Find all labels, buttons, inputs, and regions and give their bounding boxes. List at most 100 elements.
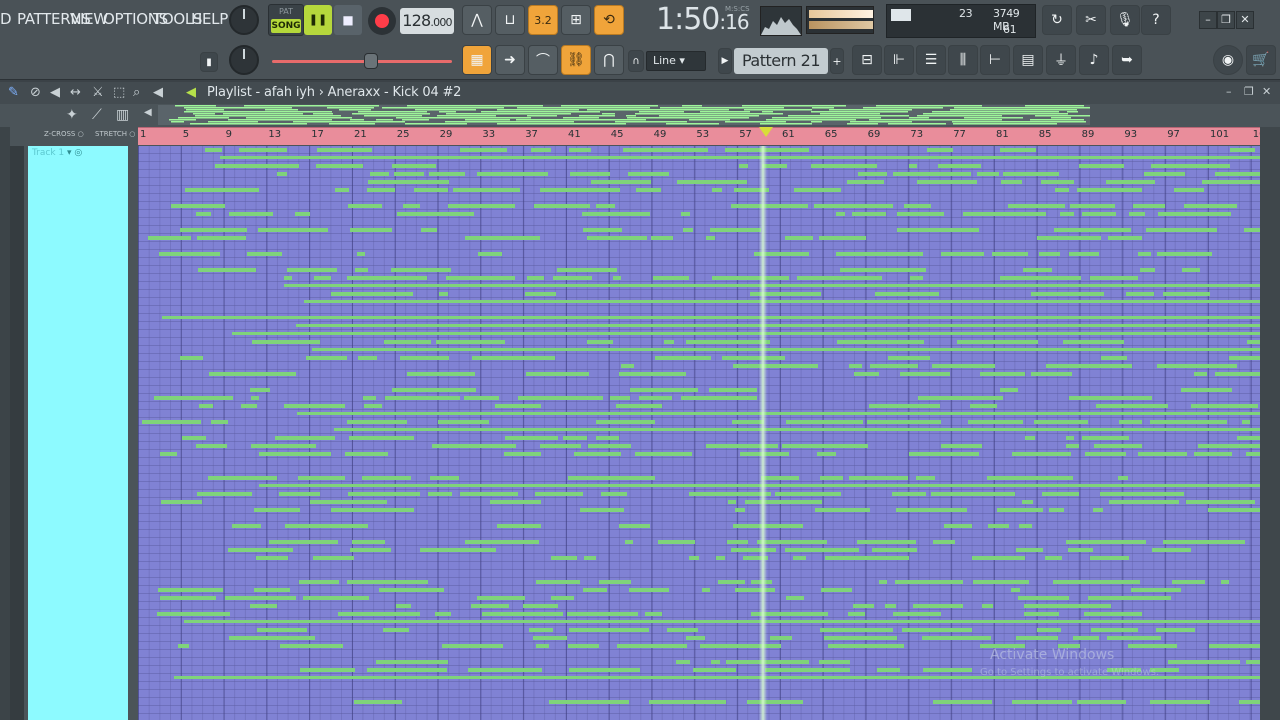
clip[interactable] xyxy=(304,300,1260,303)
timeline-ruler[interactable]: 1 5 9 13 17 21 25 29 33 37 41 45 49 53 57 61 65 69 73 77 81 8… xyxy=(138,127,1266,145)
clip[interactable] xyxy=(706,444,778,448)
clip[interactable] xyxy=(693,668,736,672)
clip[interactable] xyxy=(295,212,310,216)
clip[interactable] xyxy=(619,524,650,528)
clip[interactable] xyxy=(1247,340,1260,344)
clip[interactable] xyxy=(636,188,661,192)
clip[interactable] xyxy=(215,164,299,168)
clip[interactable] xyxy=(941,444,982,448)
clip[interactable] xyxy=(1084,612,1142,616)
clip[interactable] xyxy=(569,668,640,672)
clip[interactable] xyxy=(1152,548,1191,552)
snap-tool-icon[interactable]: ✎ xyxy=(8,85,19,100)
clip[interactable] xyxy=(811,164,877,168)
stop-button[interactable]: ■ xyxy=(334,5,362,35)
clip[interactable] xyxy=(867,420,941,424)
countdown-icon[interactable]: 3.2 xyxy=(528,5,558,35)
clip[interactable] xyxy=(1128,644,1177,648)
restore-icon[interactable]: ❐ xyxy=(1244,85,1254,98)
microphone-icon[interactable]: 🎙 xyxy=(1110,5,1140,35)
clip[interactable] xyxy=(435,612,451,616)
clip[interactable] xyxy=(148,236,191,240)
clip[interactable] xyxy=(664,340,674,344)
clip[interactable] xyxy=(872,548,917,552)
clip[interactable] xyxy=(567,612,638,616)
clip[interactable] xyxy=(820,476,843,480)
clip[interactable] xyxy=(160,596,216,600)
clip[interactable] xyxy=(702,588,710,592)
clip[interactable] xyxy=(471,604,509,608)
pitch-slider-thumb[interactable] xyxy=(364,53,378,69)
clip[interactable] xyxy=(350,228,392,232)
clip[interactable] xyxy=(893,612,941,616)
clip[interactable] xyxy=(279,492,320,496)
clip[interactable] xyxy=(725,148,809,152)
clip[interactable] xyxy=(1000,276,1081,280)
clip[interactable] xyxy=(582,212,650,216)
clip[interactable] xyxy=(1174,188,1204,192)
clip[interactable] xyxy=(298,476,345,480)
clip[interactable] xyxy=(893,172,971,176)
clip[interactable] xyxy=(394,172,424,176)
clip[interactable] xyxy=(477,596,525,600)
clip[interactable] xyxy=(745,500,822,504)
clip[interactable] xyxy=(300,668,355,672)
mute-tool-icon[interactable]: ⊘ xyxy=(30,85,41,100)
clip[interactable] xyxy=(836,212,845,216)
link-icon[interactable]: ⛓ xyxy=(561,45,591,75)
clip[interactable] xyxy=(583,228,622,232)
slip-tool-icon[interactable]: ↔ xyxy=(70,85,81,100)
clip[interactable] xyxy=(613,276,621,280)
clip[interactable] xyxy=(432,444,516,448)
clip[interactable] xyxy=(1042,492,1079,496)
clip[interactable] xyxy=(1034,420,1088,424)
clip[interactable] xyxy=(549,700,629,704)
clip[interactable] xyxy=(376,660,448,664)
clip[interactable] xyxy=(197,492,252,496)
clip[interactable] xyxy=(824,636,897,640)
clip[interactable] xyxy=(797,276,882,280)
clip[interactable] xyxy=(733,524,803,528)
clip[interactable] xyxy=(629,588,669,592)
clip[interactable] xyxy=(367,188,395,192)
clip[interactable] xyxy=(1031,372,1072,376)
clip[interactable] xyxy=(1094,444,1142,448)
clip[interactable] xyxy=(1077,700,1126,704)
master-volume-knob[interactable] xyxy=(229,5,259,35)
clip[interactable] xyxy=(630,388,698,392)
clip[interactable] xyxy=(814,204,893,208)
clip[interactable] xyxy=(1107,636,1161,640)
clip[interactable] xyxy=(819,660,850,664)
clip[interactable] xyxy=(1133,204,1165,208)
clip[interactable] xyxy=(338,612,420,616)
clip[interactable] xyxy=(1091,628,1138,632)
clip[interactable] xyxy=(347,580,428,584)
clip[interactable] xyxy=(1215,372,1260,376)
clip[interactable] xyxy=(1163,292,1210,296)
clip[interactable] xyxy=(1011,588,1020,592)
clip[interactable] xyxy=(284,276,292,280)
clip[interactable] xyxy=(570,172,610,176)
clip[interactable] xyxy=(858,172,887,176)
clip[interactable] xyxy=(482,612,563,616)
clip[interactable] xyxy=(446,276,515,280)
clip[interactable] xyxy=(639,396,672,400)
clip[interactable] xyxy=(932,364,995,368)
clip[interactable] xyxy=(1024,604,1111,608)
clip[interactable] xyxy=(892,492,926,496)
cart-icon[interactable]: 🛒 xyxy=(1246,45,1276,75)
pitch-slider-track[interactable] xyxy=(272,60,452,63)
clip[interactable] xyxy=(355,268,368,272)
clip[interactable] xyxy=(296,324,1260,327)
clip[interactable] xyxy=(1063,340,1124,344)
clip[interactable] xyxy=(1186,500,1255,504)
keyboard-typing-icon[interactable]: ▦ xyxy=(462,45,492,75)
clip[interactable] xyxy=(1019,524,1032,528)
clip[interactable] xyxy=(587,236,647,240)
clip[interactable] xyxy=(885,604,896,608)
clip[interactable] xyxy=(1157,252,1212,256)
clip[interactable] xyxy=(453,188,520,192)
clip[interactable] xyxy=(430,476,459,480)
clip[interactable] xyxy=(208,476,277,480)
clip[interactable] xyxy=(1194,452,1232,456)
